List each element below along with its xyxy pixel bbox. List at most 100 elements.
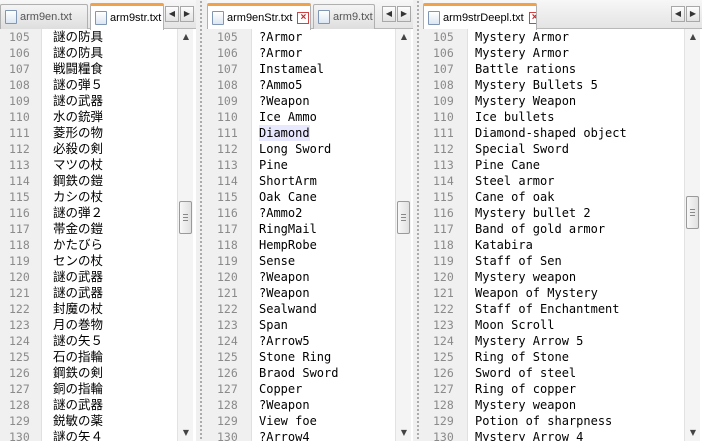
- line-text[interactable]: 謎の防具: [53, 29, 103, 45]
- line-text[interactable]: Oak Cane: [259, 189, 317, 205]
- tab-arm9str[interactable]: arm9str.txt: [90, 3, 164, 30]
- text-line[interactable]: 124 Mystery Arrow 5: [423, 333, 702, 349]
- line-text[interactable]: 謎の矢４: [53, 429, 103, 441]
- tab-arm9enstr[interactable]: arm9enStr.txt ×: [207, 3, 311, 30]
- line-text[interactable]: Instameal: [259, 61, 324, 77]
- line-text[interactable]: 謎の武器: [53, 397, 103, 413]
- line-text[interactable]: 謎の弾５: [53, 77, 103, 93]
- right-arrow-icon[interactable]: ▶: [397, 6, 411, 22]
- text-line[interactable]: 129 Potion of sharpness: [423, 413, 702, 429]
- tab-arm9en[interactable]: arm9en.txt: [0, 4, 88, 29]
- line-text[interactable]: 月の巻物: [53, 317, 103, 333]
- text-line[interactable]: 107 戦闘糧食: [0, 61, 196, 77]
- text-line[interactable]: 120 ?Weapon: [207, 269, 413, 285]
- text-line[interactable]: 117 Band of gold armor: [423, 221, 702, 237]
- text-line[interactable]: 121 Weapon of Mystery: [423, 285, 702, 301]
- line-text[interactable]: Mystery weapon: [475, 397, 576, 413]
- text-line[interactable]: 115 Oak Cane: [207, 189, 413, 205]
- line-text[interactable]: Mystery Bullets 5: [475, 77, 598, 93]
- line-text[interactable]: 謎の武器: [53, 269, 103, 285]
- scroll-up-arrow-icon[interactable]: ▲: [685, 29, 701, 45]
- line-text[interactable]: 水の銃弾: [53, 109, 103, 125]
- scroll-down-arrow-icon[interactable]: ▼: [178, 425, 194, 441]
- line-text[interactable]: Diamond-shaped object: [475, 125, 627, 141]
- text-line[interactable]: 110 水の銃弾: [0, 109, 196, 125]
- line-text[interactable]: 帯金の鎧: [53, 221, 103, 237]
- text-line[interactable]: 118 かたびら: [0, 237, 196, 253]
- vertical-scrollbar[interactable]: ▲ ▼: [684, 29, 700, 441]
- line-text[interactable]: 鋼鉄の鎧: [53, 173, 103, 189]
- line-text[interactable]: Mystery Arrow 5: [475, 333, 583, 349]
- scroll-up-arrow-icon[interactable]: ▲: [396, 29, 412, 45]
- text-line[interactable]: 105 Mystery Armor: [423, 29, 702, 45]
- text-line[interactable]: 108 Mystery Bullets 5: [423, 77, 702, 93]
- text-line[interactable]: 108 謎の弾５: [0, 77, 196, 93]
- line-text[interactable]: Weapon of Mystery: [475, 285, 598, 301]
- text-editor[interactable]: 105 Mystery Armor 106 Mystery Armor 107 Battl…: [423, 29, 702, 441]
- text-line[interactable]: 130 謎の矢４: [0, 429, 196, 441]
- left-arrow-icon[interactable]: ◀: [671, 6, 685, 22]
- vertical-scrollbar[interactable]: ▲ ▼: [395, 29, 411, 441]
- line-text[interactable]: ?Weapon: [259, 93, 310, 109]
- line-text[interactable]: Mystery Armor: [475, 29, 569, 45]
- line-text[interactable]: カシの杖: [53, 189, 103, 205]
- text-line[interactable]: 116 ?Ammo2: [207, 205, 413, 221]
- text-line[interactable]: 127 Ring of copper: [423, 381, 702, 397]
- scroll-thumb[interactable]: [397, 201, 410, 234]
- text-line[interactable]: 113 Pine: [207, 157, 413, 173]
- line-text[interactable]: Mystery weapon: [475, 269, 576, 285]
- line-text[interactable]: RingMail: [259, 221, 317, 237]
- text-line[interactable]: 110 Ice Ammo: [207, 109, 413, 125]
- text-line[interactable]: 129 鋭敏の薬: [0, 413, 196, 429]
- line-text[interactable]: Pine: [259, 157, 288, 173]
- line-text[interactable]: Band of gold armor: [475, 221, 605, 237]
- tab-arm9[interactable]: arm9.txt: [313, 4, 375, 29]
- text-line[interactable]: 129 View foe: [207, 413, 413, 429]
- line-text[interactable]: 鋼鉄の剣: [53, 365, 103, 381]
- line-text[interactable]: View foe: [259, 413, 317, 429]
- text-editor[interactable]: 105 ?Armor 106 ?Armor 107 Instameal 108 ?Ammo5 1…: [207, 29, 413, 441]
- text-line[interactable]: 111 菱形の物: [0, 125, 196, 141]
- scroll-down-arrow-icon[interactable]: ▼: [685, 425, 701, 441]
- line-text[interactable]: Sword of steel: [475, 365, 576, 381]
- line-text[interactable]: Diamond: [259, 125, 310, 141]
- text-line[interactable]: 123 Moon Scroll: [423, 317, 702, 333]
- vertical-scrollbar[interactable]: ▲ ▼: [177, 29, 193, 441]
- line-text[interactable]: 封魔の杖: [53, 301, 103, 317]
- text-line[interactable]: 125 石の指輪: [0, 349, 196, 365]
- text-line[interactable]: 116 Mystery bullet 2: [423, 205, 702, 221]
- text-line[interactable]: 109 ?Weapon: [207, 93, 413, 109]
- right-arrow-icon[interactable]: ▶: [180, 6, 194, 22]
- text-line[interactable]: 123 月の巻物: [0, 317, 196, 333]
- text-line[interactable]: 106 ?Armor: [207, 45, 413, 61]
- line-text[interactable]: ShortArm: [259, 173, 317, 189]
- text-line[interactable]: 119 Sense: [207, 253, 413, 269]
- line-text[interactable]: Sealwand: [259, 301, 317, 317]
- line-text[interactable]: ?Weapon: [259, 269, 310, 285]
- line-text[interactable]: Ice Ammo: [259, 109, 317, 125]
- line-text[interactable]: Pine Cane: [475, 157, 540, 173]
- line-text[interactable]: Sense: [259, 253, 295, 269]
- close-icon[interactable]: ×: [297, 12, 310, 24]
- text-line[interactable]: 121 謎の武器: [0, 285, 196, 301]
- text-line[interactable]: 114 Steel armor: [423, 173, 702, 189]
- line-text[interactable]: ?Ammo2: [259, 205, 302, 221]
- pane-splitter[interactable]: [196, 0, 207, 441]
- text-line[interactable]: 117 帯金の鎧: [0, 221, 196, 237]
- text-line[interactable]: 127 銅の指輪: [0, 381, 196, 397]
- text-line[interactable]: 130 ?Arrow4: [207, 429, 413, 441]
- line-text[interactable]: 鋭敏の薬: [53, 413, 103, 429]
- text-line[interactable]: 120 謎の武器: [0, 269, 196, 285]
- line-text[interactable]: Steel armor: [475, 173, 554, 189]
- left-arrow-icon[interactable]: ◀: [382, 6, 396, 22]
- line-text[interactable]: Ring of copper: [475, 381, 576, 397]
- text-line[interactable]: 105 ?Armor: [207, 29, 413, 45]
- line-text[interactable]: 菱形の物: [53, 125, 103, 141]
- line-text[interactable]: 戦闘糧食: [53, 61, 103, 77]
- text-line[interactable]: 122 Staff of Enchantment: [423, 301, 702, 317]
- text-line[interactable]: 113 Pine Cane: [423, 157, 702, 173]
- right-arrow-icon[interactable]: ▶: [686, 6, 700, 22]
- text-line[interactable]: 118 HempRobe: [207, 237, 413, 253]
- line-text[interactable]: 謎の弾２: [53, 205, 103, 221]
- line-text[interactable]: 謎の武器: [53, 93, 103, 109]
